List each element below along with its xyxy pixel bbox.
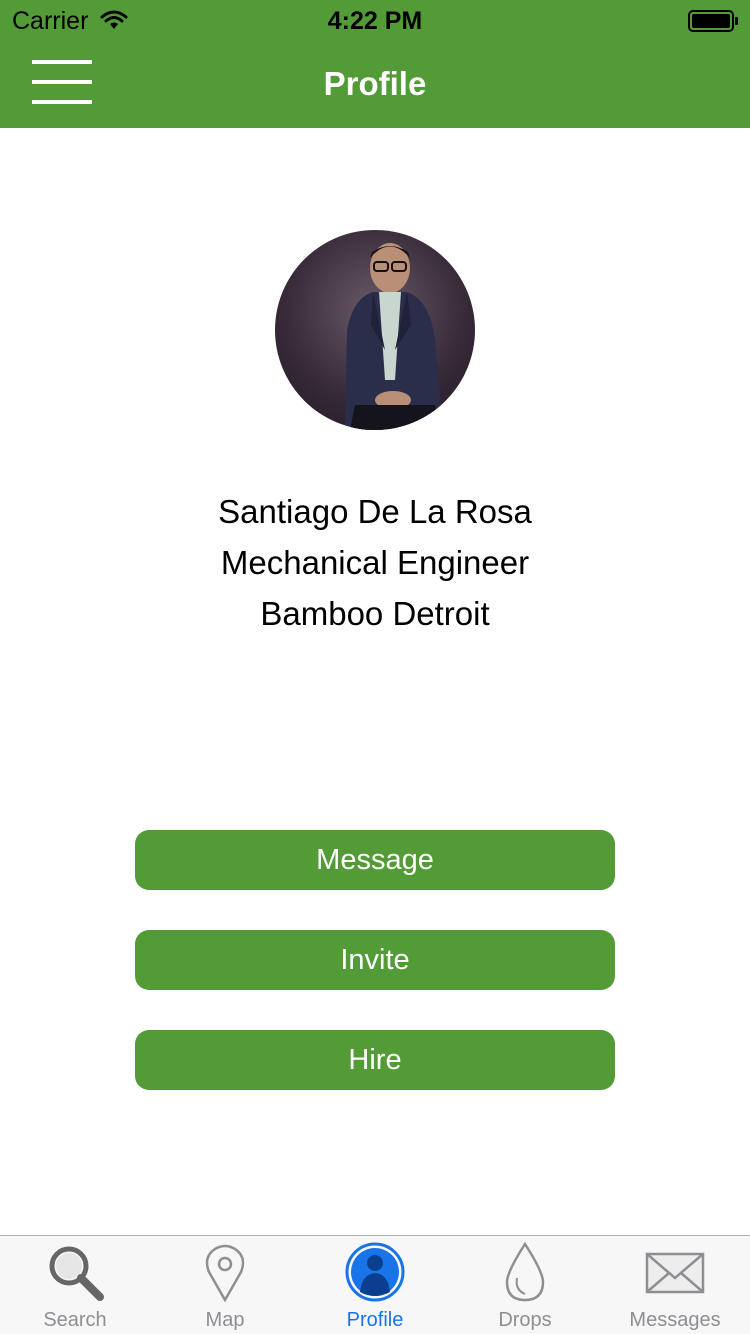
hire-button[interactable]: Hire	[135, 1030, 615, 1090]
envelope-icon	[645, 1252, 705, 1294]
status-time: 4:22 PM	[327, 7, 423, 35]
tab-label-search: Search	[43, 1309, 107, 1331]
tab-messages[interactable]: Messages	[600, 1236, 750, 1334]
search-icon	[49, 1246, 104, 1301]
profile-name: Santiago De La Rosa	[218, 493, 532, 530]
hamburger-icon-line	[32, 100, 92, 104]
profile-info: Santiago De La Rosa Mechanical Engineer …	[0, 486, 750, 639]
menu-button[interactable]	[28, 56, 96, 108]
tab-label-drops: Drops	[498, 1309, 552, 1331]
profile-company: Bamboo Detroit	[260, 595, 490, 632]
tab-drops[interactable]: Drops	[450, 1236, 600, 1334]
header: Carrier 4:22 PM Profile	[0, 0, 750, 128]
tab-bar: Search Map Profile Drops Messages	[0, 1235, 750, 1334]
tab-label-map: Map	[205, 1309, 245, 1331]
profile-screen: Carrier 4:22 PM Profile Santiago De La R…	[0, 0, 750, 1334]
avatar-photo	[345, 243, 443, 430]
hamburger-icon	[32, 60, 92, 64]
battery-icon	[688, 10, 738, 32]
message-button[interactable]: Message	[135, 830, 615, 890]
map-pin-icon	[205, 1244, 245, 1302]
avatar	[275, 230, 475, 430]
person-icon	[345, 1242, 405, 1302]
invite-button[interactable]: Invite	[135, 930, 615, 990]
tab-profile[interactable]: Profile	[300, 1236, 450, 1334]
drop-icon	[505, 1242, 545, 1302]
status-bar: Carrier 4:22 PM	[0, 0, 750, 40]
profile-job-title: Mechanical Engineer	[220, 544, 530, 581]
hamburger-icon-line	[32, 80, 92, 84]
tab-map[interactable]: Map	[150, 1236, 300, 1334]
nav-bar: Profile	[0, 40, 750, 128]
tab-label-messages: Messages	[629, 1309, 721, 1331]
tab-search[interactable]: Search	[0, 1236, 150, 1334]
page-title: Profile	[323, 65, 427, 102]
tab-label-profile: Profile	[346, 1309, 404, 1331]
